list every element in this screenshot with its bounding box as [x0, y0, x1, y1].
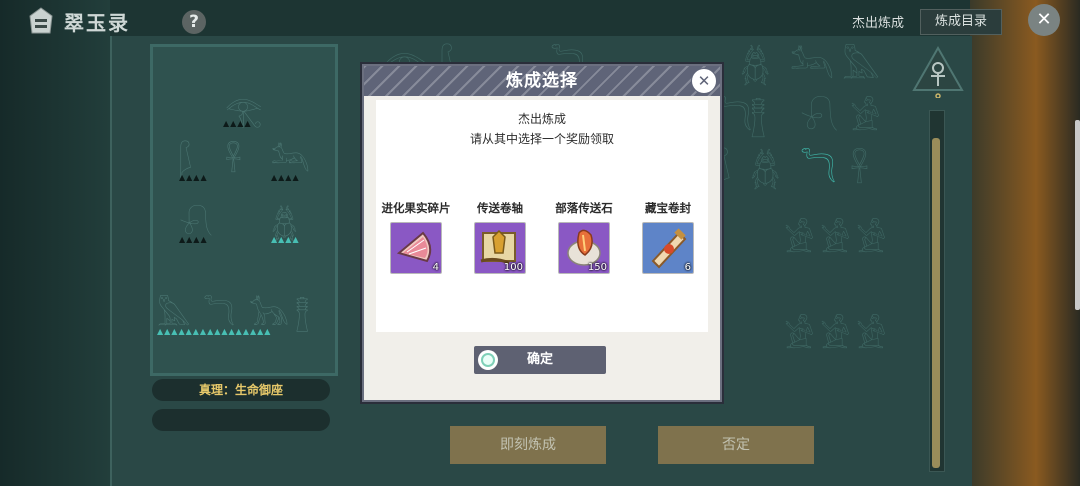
- background-right: [970, 0, 1080, 486]
- teleport-scroll-icon[interactable]: 100: [474, 222, 526, 274]
- ankh-icon: [912, 46, 964, 98]
- triangle-row: ▲▲▲▲: [223, 119, 252, 128]
- dialog-instruction: 请从其中选择一个奖励领取: [469, 132, 614, 146]
- truth-empty-slot: [152, 409, 330, 431]
- scarab-icon: 𓆣: [750, 151, 781, 191]
- confirm-label: 确定: [526, 352, 553, 367]
- confirm-button[interactable]: 确定: [474, 346, 606, 374]
- edge-handle: [1075, 120, 1080, 310]
- figure-icon: 𓀀: [856, 221, 887, 261]
- dialog-title: 炼成选择: [506, 71, 578, 91]
- reward-item[interactable]: 进化果实碎片 4: [374, 200, 458, 274]
- tribe-teleport-stone-icon[interactable]: 150: [558, 222, 610, 274]
- craft-catalog-button[interactable]: 炼成目录: [920, 9, 1002, 35]
- reward-name: 部落传送石: [555, 201, 613, 215]
- reward-quantity: 4: [432, 262, 439, 273]
- reward-quantity: 150: [587, 262, 607, 273]
- jackal-icon: 𓃢: [790, 47, 834, 87]
- reward-name: 藏宝卷封: [645, 201, 691, 215]
- reward-quantity: 6: [684, 262, 691, 273]
- figure-icon: 𓀀: [820, 221, 851, 261]
- help-button[interactable]: ?: [182, 10, 206, 34]
- dialog-subtitle: 杰出炼成: [517, 112, 566, 126]
- truth-label: 真理：生命御座: [152, 379, 330, 401]
- reward-item[interactable]: 藏宝卷封 6: [626, 200, 710, 274]
- pillar-icon: 𓊽: [750, 99, 767, 139]
- page-title: 翠玉录: [64, 11, 130, 35]
- craft-now-button[interactable]: 即刻炼成: [450, 426, 606, 464]
- reward-name: 进化果实碎片: [381, 201, 451, 215]
- craft-selection-dialog: 炼成选择 ✕ 杰出炼成 请从其中选择一个奖励领取 进化果实碎片 4 传送卷轴 1…: [362, 64, 722, 402]
- ankh-icon: 𓋹: [850, 151, 869, 191]
- rune-tablet: 𓂀 ▲▲▲▲ 𓆄 𓋹 𓃢 ▲▲▲▲ ▲▲▲▲ 𓍯 𓆣 ▲▲▲▲ ▲▲▲▲ 𓅓 𓆓…: [150, 44, 338, 376]
- dialog-content: 杰出炼成 请从其中选择一个奖励领取 进化果实碎片 4 传送卷轴 100 部落传送…: [376, 100, 708, 332]
- figure-icon: 𓀀: [850, 99, 881, 139]
- scepter-icon: 𓋹: [225, 144, 242, 179]
- triangle-row-active: ▲▲▲▲▲▲▲▲▲▲▲▲▲▲▲▲: [157, 327, 272, 336]
- triangle-row: ▲▲▲▲: [271, 173, 300, 182]
- triangle-row: ▲▲▲▲: [179, 235, 208, 244]
- fruit-fragment-icon[interactable]: 4: [390, 222, 442, 274]
- deny-button[interactable]: 否定: [658, 426, 814, 464]
- excellent-craft-label: 杰出炼成: [852, 16, 905, 31]
- treasure-scroll-icon[interactable]: 6: [642, 222, 694, 274]
- figure-icon: 𓀀: [856, 317, 887, 357]
- triangle-row: ▲▲▲▲: [179, 173, 208, 182]
- ring-icon: 𓍯: [800, 99, 839, 139]
- reward-item[interactable]: 部落传送石 150: [542, 200, 626, 274]
- reward-name: 传送卷轴: [477, 201, 523, 215]
- background-left: [0, 0, 110, 486]
- scrollbar-thumb[interactable]: [932, 138, 940, 468]
- close-icon[interactable]: ✕: [1028, 4, 1060, 36]
- figure-icon: 𓀀: [784, 317, 815, 357]
- figure-icon: 𓀀: [820, 317, 851, 357]
- emerald-tablet-logo-icon: [29, 7, 53, 34]
- bird-icon: 𓅓: [842, 47, 880, 87]
- figure-icon: 𓀀: [784, 221, 815, 261]
- reward-quantity: 100: [503, 262, 523, 273]
- dialog-close-icon[interactable]: ✕: [691, 68, 717, 94]
- reward-item[interactable]: 传送卷轴 100: [458, 200, 542, 274]
- snake-icon-active: 𓆓: [800, 151, 837, 191]
- triangle-row-active: ▲▲▲▲: [271, 235, 300, 244]
- scarab-icon: 𓆣: [740, 47, 771, 87]
- pillar-icon: 𓊽: [295, 298, 310, 333]
